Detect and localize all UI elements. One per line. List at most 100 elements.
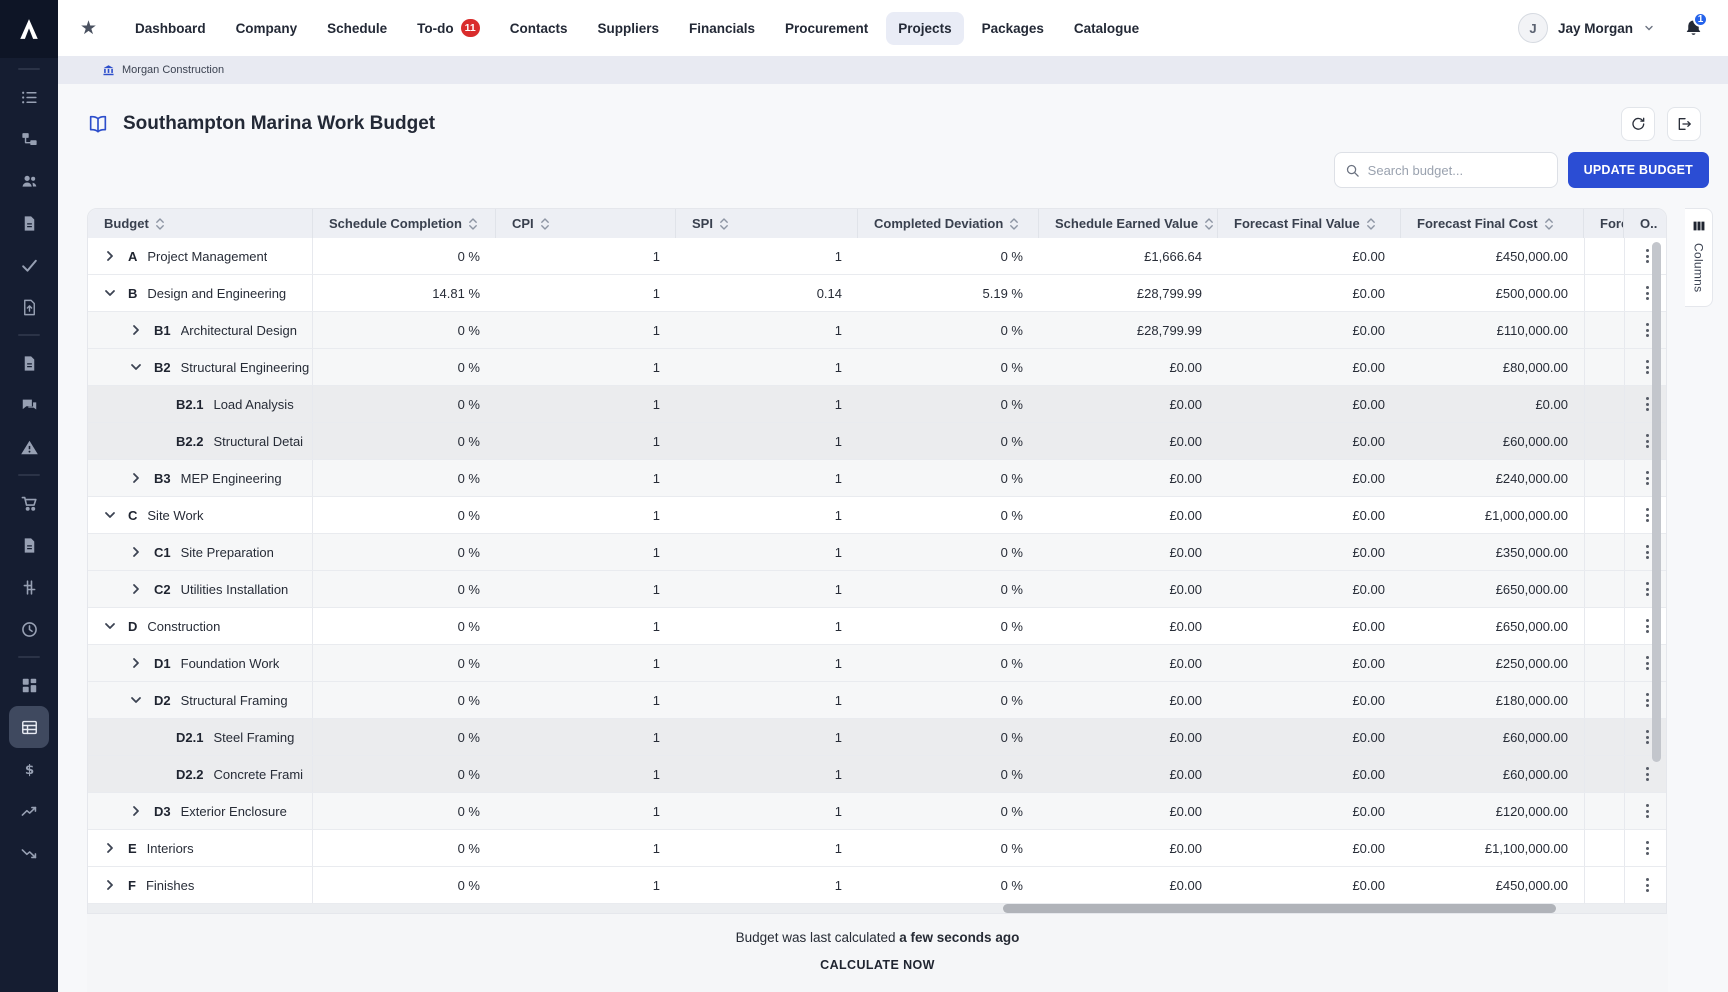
nav-item-dashboard[interactable]: Dashboard [123, 12, 218, 45]
sidebar-item-trend-up-icon[interactable] [9, 790, 49, 832]
table-row-b3[interactable]: B3MEP Engineering0 %110 %£0.00£0.00£240,… [88, 460, 1666, 497]
page-title: Southampton Marina Work Budget [123, 113, 435, 135]
table-row-d2-2[interactable]: D2.2Concrete Frami0 %110 %£0.00£0.00£60,… [88, 756, 1666, 793]
table-row-d[interactable]: DConstruction0 %110 %£0.00£0.00£650,000.… [88, 608, 1666, 645]
column-header-spi[interactable]: SPI [676, 209, 858, 238]
sidebar-item-clock-icon[interactable] [9, 608, 49, 650]
row-menu-kebab-icon[interactable] [1640, 835, 1655, 861]
sidebar-item-table-icon[interactable] [9, 706, 49, 748]
collapse-chevron-icon[interactable] [128, 359, 144, 375]
expand-chevron-icon[interactable] [128, 470, 144, 486]
column-header-schedule-earned-value[interactable]: Schedule Earned Value [1039, 209, 1218, 238]
nav-item-to-do[interactable]: To-do11 [405, 10, 492, 46]
forecast-truncated-cell [1584, 608, 1624, 644]
export-button[interactable] [1667, 107, 1701, 141]
collapse-chevron-icon[interactable] [102, 507, 118, 523]
sidebar-item-tune-icon[interactable] [9, 566, 49, 608]
sidebar-item-users-icon[interactable] [9, 160, 49, 202]
expand-chevron-icon[interactable] [128, 803, 144, 819]
nav-item-projects[interactable]: Projects [886, 12, 963, 45]
update-budget-button[interactable]: UPDATE BUDGET [1568, 152, 1709, 188]
nav-item-packages[interactable]: Packages [970, 12, 1056, 45]
row-menu-kebab-icon[interactable] [1640, 872, 1655, 898]
sidebar-item-list-icon[interactable] [9, 76, 49, 118]
table-row-b2[interactable]: B2Structural Engineering0 %110 %£0.00£0.… [88, 349, 1666, 386]
budget-code: D2.2 [176, 767, 203, 782]
table-row-d2[interactable]: D2Structural Framing0 %110 %£0.00£0.00£1… [88, 682, 1666, 719]
refresh-button[interactable] [1621, 107, 1655, 141]
table-row-d2-1[interactable]: D2.1Steel Framing0 %110 %£0.00£0.00£60,0… [88, 719, 1666, 756]
column-header-schedule-completion[interactable]: Schedule Completion [313, 209, 496, 238]
table-row-b2-2[interactable]: B2.2Structural Detai0 %110 %£0.00£0.00£6… [88, 423, 1666, 460]
collapse-chevron-icon[interactable] [102, 285, 118, 301]
value-cell: 0 % [313, 830, 496, 866]
expand-chevron-icon[interactable] [102, 248, 118, 264]
favorites-star-icon[interactable]: ★ [80, 17, 97, 40]
calculate-now-button[interactable]: CALCULATE NOW [820, 958, 935, 972]
horizontal-scrollbar-thumb[interactable] [1003, 904, 1555, 913]
columns-panel-tab[interactable]: Columns [1685, 208, 1713, 307]
table-row-c1[interactable]: C1Site Preparation0 %110 %£0.00£0.00£350… [88, 534, 1666, 571]
table-row-e[interactable]: EInteriors0 %110 %£0.00£0.00£1,100,000.0… [88, 830, 1666, 867]
sidebar-item-document-icon[interactable] [9, 202, 49, 244]
row-menu-kebab-icon[interactable] [1640, 798, 1655, 824]
sort-icon [719, 217, 729, 231]
nav-item-company[interactable]: Company [224, 12, 310, 45]
nav-item-catalogue[interactable]: Catalogue [1062, 12, 1151, 45]
options-cell [1624, 756, 1667, 792]
table-row-b2-1[interactable]: B2.1Load Analysis0 %110 %£0.00£0.00£0.00 [88, 386, 1666, 423]
table-row-b1[interactable]: B1Architectural Design0 %110 %£28,799.99… [88, 312, 1666, 349]
value-cell: 1 [496, 238, 676, 274]
row-menu-kebab-icon[interactable] [1640, 761, 1655, 787]
expand-chevron-icon[interactable] [102, 840, 118, 856]
table-row-d1[interactable]: D1Foundation Work0 %110 %£0.00£0.00£250,… [88, 645, 1666, 682]
sidebar-item-trend-down-icon[interactable] [9, 832, 49, 874]
table-row-c2[interactable]: C2Utilities Installation0 %110 %£0.00£0.… [88, 571, 1666, 608]
column-header-forecast-final-value[interactable]: Forecast Final Value [1218, 209, 1401, 238]
column-header-completed-deviation[interactable]: Completed Deviation [858, 209, 1039, 238]
column-header-cpi[interactable]: CPI [496, 209, 676, 238]
sidebar-item-contract-icon[interactable] [9, 342, 49, 384]
app-logo[interactable] [0, 0, 58, 58]
sidebar-item-invoice-icon[interactable] [9, 524, 49, 566]
sidebar-item-dollar-icon[interactable]: $ [9, 748, 49, 790]
sidebar-item-file-upload-icon[interactable] [9, 286, 49, 328]
column-header-budget[interactable]: Budget [88, 209, 313, 238]
sidebar-item-warning-icon[interactable] [9, 426, 49, 468]
breadcrumb[interactable]: Morgan Construction [58, 56, 1728, 84]
user-name[interactable]: Jay Morgan [1558, 21, 1633, 36]
search-input[interactable] [1368, 163, 1547, 178]
expand-chevron-icon[interactable] [128, 655, 144, 671]
expand-chevron-icon[interactable] [128, 581, 144, 597]
horizontal-scrollbar[interactable] [88, 904, 1666, 913]
budget-item-cell: FFinishes [88, 867, 313, 903]
sidebar-item-cart-icon[interactable] [9, 482, 49, 524]
expand-chevron-icon[interactable] [128, 544, 144, 560]
nav-item-suppliers[interactable]: Suppliers [585, 12, 671, 45]
value-cell: £0.00 [1039, 793, 1218, 829]
notifications-bell-icon[interactable]: 1 [1683, 18, 1704, 39]
nav-item-contacts[interactable]: Contacts [498, 12, 580, 45]
collapse-chevron-icon[interactable] [102, 618, 118, 634]
value-cell: 1 [676, 349, 858, 385]
nav-item-procurement[interactable]: Procurement [773, 12, 880, 45]
sidebar-item-check-icon[interactable] [9, 244, 49, 286]
expand-chevron-icon[interactable] [102, 877, 118, 893]
table-row-c[interactable]: CSite Work0 %110 %£0.00£0.00£1,000,000.0… [88, 497, 1666, 534]
value-cell: £28,799.99 [1039, 275, 1218, 311]
vertical-scrollbar-thumb[interactable] [1652, 242, 1661, 762]
avatar[interactable]: J [1518, 13, 1548, 43]
table-row-f[interactable]: FFinishes0 %110 %£0.00£0.00£450,000.00 [88, 867, 1666, 904]
table-row-d3[interactable]: D3Exterior Enclosure0 %110 %£0.00£0.00£1… [88, 793, 1666, 830]
sidebar-item-dashboard-grid-icon[interactable] [9, 664, 49, 706]
collapse-chevron-icon[interactable] [128, 692, 144, 708]
expand-chevron-icon[interactable] [128, 322, 144, 338]
table-row-b[interactable]: BDesign and Engineering14.81 %10.145.19 … [88, 275, 1666, 312]
sidebar-item-hierarchy-icon[interactable] [9, 118, 49, 160]
column-header-forecast-final-cost[interactable]: Forecast Final Cost [1401, 209, 1584, 238]
sidebar-item-chat-icon[interactable] [9, 384, 49, 426]
nav-item-schedule[interactable]: Schedule [315, 12, 399, 45]
nav-item-financials[interactable]: Financials [677, 12, 767, 45]
table-row-a[interactable]: AProject Management0 %110 %£1,666.64£0.0… [88, 238, 1666, 275]
chevron-down-icon[interactable] [1643, 22, 1655, 34]
